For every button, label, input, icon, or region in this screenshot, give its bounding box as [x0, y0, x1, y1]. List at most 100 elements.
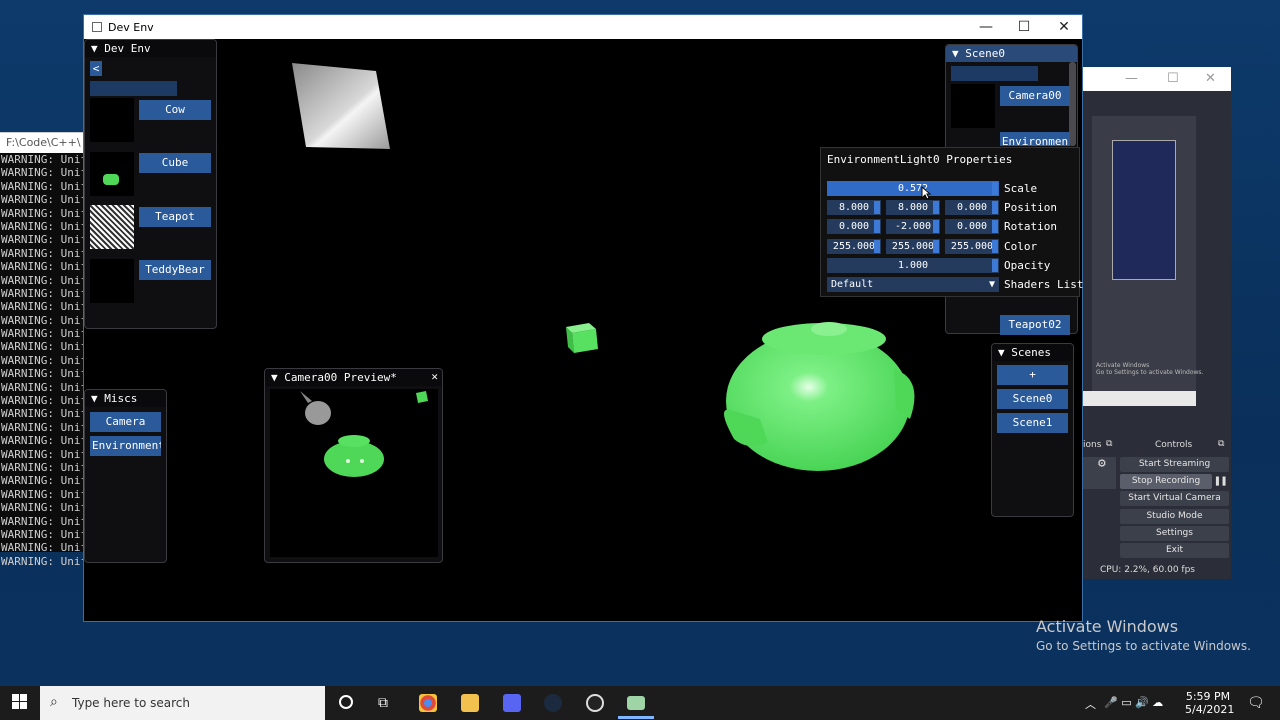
scene-item-teapot02[interactable]: Teapot02: [1000, 315, 1070, 335]
steam-icon[interactable]: [544, 694, 562, 712]
scene-search-input[interactable]: [951, 66, 1038, 81]
thumbnail-cube: [90, 152, 134, 196]
notification-icon[interactable]: 🗨: [1247, 695, 1265, 711]
console-line: WARNING: Unifo: [1, 340, 90, 354]
start-virtual-camera-button[interactable]: Start Virtual Camera: [1120, 491, 1229, 506]
rotation-field[interactable]: 0.000: [945, 219, 999, 235]
console-line: WARNING: Unifo: [1, 420, 90, 434]
task-view-icon[interactable]: ⧉: [378, 695, 388, 711]
panel-header[interactable]: ▼ Scene0: [946, 45, 1077, 62]
console-line: WARNING: Unifo: [1, 327, 90, 341]
viewport-canvas[interactable]: [84, 39, 1082, 621]
asset-button-teddybear[interactable]: TeddyBear: [139, 260, 211, 280]
asset-button-cow[interactable]: Cow: [139, 100, 211, 120]
slider-grab-icon: [992, 239, 998, 253]
color-label: Color: [1004, 239, 1038, 253]
panel-header[interactable]: ▼ Dev Env: [85, 40, 216, 57]
start-streaming-button[interactable]: Start Streaming: [1120, 457, 1229, 472]
obs-maximize-button[interactable]: ☐: [1167, 71, 1179, 86]
obs-preview-taskbar: [1083, 391, 1196, 406]
console-line: WARNING: Unifo: [1, 407, 90, 421]
console-line: WARNING: Unifo: [1, 273, 90, 287]
tray-icons[interactable]: 🎤 ▭ 🔊 ☁: [1104, 696, 1163, 709]
position-field[interactable]: 8.000: [886, 200, 940, 216]
mouse-cursor-icon: [921, 186, 931, 200]
obs-minimize-button[interactable]: —: [1125, 71, 1138, 86]
window-titlebar: Dev Env: [84, 15, 1082, 39]
scrollbar[interactable]: [1069, 62, 1076, 146]
obs-panel-header: ions ⧉ Controls ⧉: [1083, 437, 1231, 455]
chevron-up-icon[interactable]: ︿: [1085, 696, 1096, 712]
color-field[interactable]: 255.000: [827, 238, 881, 254]
preview-render: [300, 391, 428, 477]
panel-header[interactable]: ▼ Scenes: [992, 344, 1073, 361]
slider-grab-icon: [933, 201, 939, 215]
rotation-field[interactable]: -2.000: [886, 219, 940, 235]
asset-button-teapot[interactable]: Teapot: [139, 207, 211, 227]
console-line: WARNING: Unifo: [1, 179, 90, 193]
color-field[interactable]: 255.000: [886, 238, 940, 254]
asset-button-cube[interactable]: Cube: [139, 153, 211, 173]
slider-grab-icon: [992, 201, 998, 215]
panel-undock-icon: ⧉: [1106, 439, 1113, 449]
opacity-label: Opacity: [1004, 258, 1051, 272]
settings-button[interactable]: Settings: [1120, 526, 1229, 541]
console-line: WARNING: Unifo: [1, 514, 90, 528]
position-field[interactable]: 8.000: [827, 200, 881, 216]
panel-header[interactable]: ▼ Miscs: [85, 390, 166, 407]
console-line: WARNING: Unifo: [1, 434, 90, 448]
camera-preview-panel: ▼ Camera00 Preview* ✕: [264, 368, 443, 563]
pause-icon[interactable]: ❚❚: [1214, 474, 1227, 487]
shader-select[interactable]: Default ▼: [827, 277, 999, 292]
properties-title: EnvironmentLight0 Properties: [827, 153, 1013, 166]
back-button[interactable]: <: [90, 61, 102, 76]
dev-env-taskbar-icon[interactable]: [627, 696, 645, 710]
teapot-object: [724, 322, 915, 471]
close-icon[interactable]: ✕: [431, 370, 438, 383]
file-explorer-icon[interactable]: [461, 694, 479, 712]
maximize-button[interactable]: ☐: [1004, 15, 1044, 39]
opacity-field[interactable]: 1.000: [827, 257, 999, 273]
console-line: WARNING: Unifo: [1, 447, 90, 461]
discord-icon[interactable]: [503, 694, 521, 712]
console-line: WARNING: Unifo: [1, 246, 90, 260]
rotation-field[interactable]: 0.000: [827, 219, 881, 235]
scene-item-camera00[interactable]: Camera00: [1000, 86, 1070, 106]
console-line: WARNING: Unifo: [1, 300, 90, 314]
scene-item-environment[interactable]: Environmen: [1000, 132, 1070, 146]
misc-button-environmentlight[interactable]: EnvironmentL: [90, 436, 161, 456]
stop-recording-button[interactable]: Stop Recording: [1120, 474, 1212, 489]
windows-start-icon[interactable]: [12, 694, 28, 710]
console-line: WARNING: Unifo: [1, 166, 90, 180]
scene-button-scene0[interactable]: Scene0: [997, 389, 1068, 409]
taskbar-search-box[interactable]: ⌕ Type here to search: [40, 686, 325, 720]
gear-icon[interactable]: ⚙: [1098, 456, 1106, 471]
misc-button-camera[interactable]: Camera: [90, 412, 161, 432]
obs-preview-activate: Activate Windows Go to Settings to activa…: [1096, 362, 1204, 376]
exit-button[interactable]: Exit: [1120, 543, 1229, 558]
console-title: F:\Code\C++\: [0, 133, 90, 153]
cortana-icon[interactable]: [339, 695, 353, 709]
position-field[interactable]: 0.000: [945, 200, 999, 216]
search-input[interactable]: [90, 81, 177, 96]
minimize-button[interactable]: —: [966, 15, 1006, 39]
slider-grab-icon: [933, 239, 939, 253]
console-line: WARNING: Unifo: [1, 219, 90, 233]
close-button[interactable]: ✕: [1044, 15, 1084, 39]
obs-close-button[interactable]: ✕: [1205, 71, 1216, 86]
panel-header[interactable]: ▼ Camera00 Preview* ✕: [265, 369, 442, 386]
cube-object: [566, 323, 598, 353]
scene-button-scene1[interactable]: Scene1: [997, 413, 1068, 433]
console-line: WARNING: Unifo: [1, 153, 90, 166]
clock[interactable]: 5:59 PM 5/4/2021: [1185, 690, 1234, 716]
add-scene-button[interactable]: +: [997, 365, 1068, 385]
console-line: WARNING: Unifo: [1, 487, 90, 501]
console-line: WARNING: Unifo: [1, 460, 90, 474]
chrome-icon[interactable]: [419, 694, 437, 712]
activate-watermark: Activate Windows Go to Settings to activ…: [1036, 617, 1251, 653]
obs-icon[interactable]: [586, 694, 604, 712]
studio-mode-button[interactable]: Studio Mode: [1120, 509, 1229, 524]
console-line: WARNING: Unifo: [1, 394, 90, 408]
color-field[interactable]: 255.000: [945, 238, 999, 254]
scale-field[interactable]: 0.572: [827, 181, 999, 196]
